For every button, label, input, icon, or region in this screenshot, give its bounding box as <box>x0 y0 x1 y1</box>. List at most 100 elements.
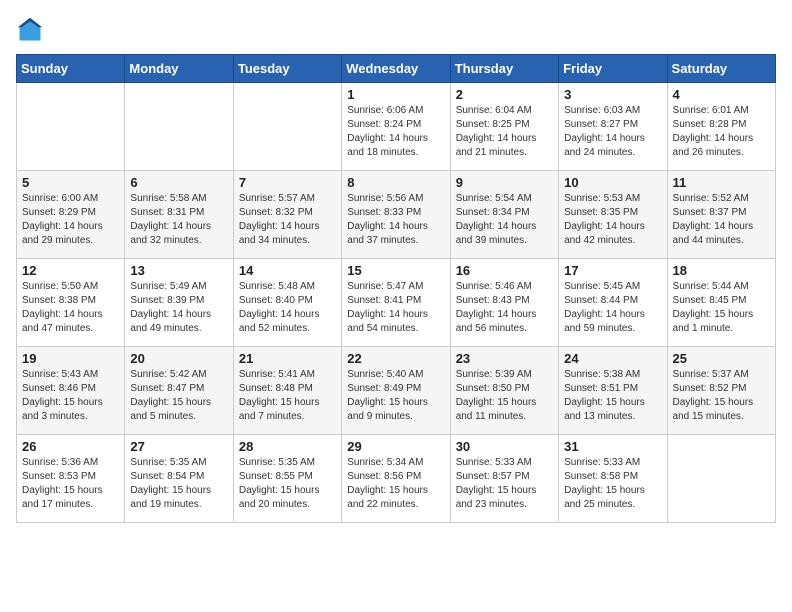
day-info-22: Sunrise: 5:40 AMSunset: 8:49 PMDaylight:… <box>347 368 444 424</box>
day-cell-12: 12 Sunrise: 5:50 AMSunset: 8:38 PMDayligh… <box>17 259 125 347</box>
weekday-wednesday: Wednesday <box>342 55 450 83</box>
day-cell-13: 13 Sunrise: 5:49 AMSunset: 8:39 PMDayligh… <box>125 259 233 347</box>
day-cell-17: 17Sunrise: 5:45 AMSunset: 8:44 PMDayligh… <box>559 259 667 347</box>
day-number-19: 19 <box>22 351 119 366</box>
day-info-9: Sunrise: 5:54 AMSunset: 8:34 PMDaylight:… <box>456 192 553 248</box>
day-cell-21: 21Sunrise: 5:41 AMSunset: 8:48 PMDayligh… <box>233 347 341 435</box>
day-info-6: Sunrise: 5:58 AMSunset: 8:31 PMDaylight:… <box>130 192 227 248</box>
day-cell-3: 3 Sunrise: 6:03 AMSunset: 8:27 PMDaylight… <box>559 83 667 171</box>
day-cell-20: 20 Sunrise: 5:42 AMSunset: 8:47 PMDayligh… <box>125 347 233 435</box>
day-number-27: 27 <box>130 439 227 454</box>
day-info-21: Sunrise: 5:41 AMSunset: 8:48 PMDaylight:… <box>239 368 336 424</box>
day-info-27: Sunrise: 5:35 AMSunset: 8:54 PMDaylight:… <box>130 456 227 512</box>
day-info-7: Sunrise: 5:57 AMSunset: 8:32 PMDaylight:… <box>239 192 336 248</box>
day-cell-8: 8Sunrise: 5:56 AMSunset: 8:33 PMDaylight… <box>342 171 450 259</box>
day-cell-15: 15Sunrise: 5:47 AMSunset: 8:41 PMDayligh… <box>342 259 450 347</box>
day-number-29: 29 <box>347 439 444 454</box>
day-info-11: Sunrise: 5:52 AMSunset: 8:37 PMDaylight:… <box>673 192 770 248</box>
day-cell-14: 14 Sunrise: 5:48 AMSunset: 8:40 PMDayligh… <box>233 259 341 347</box>
day-cell-7: 7 Sunrise: 5:57 AMSunset: 8:32 PMDaylight… <box>233 171 341 259</box>
day-number-14: 14 <box>239 263 336 278</box>
day-number-3: 3 <box>564 87 661 102</box>
day-info-18: Sunrise: 5:44 AMSunset: 8:45 PMDaylight:… <box>673 280 770 336</box>
week-row-1: 1 Sunrise: 6:06 AMSunset: 8:24 PMDaylight… <box>17 83 776 171</box>
day-cell-1: 1 Sunrise: 6:06 AMSunset: 8:24 PMDaylight… <box>342 83 450 171</box>
day-info-3: Sunrise: 6:03 AMSunset: 8:27 PMDaylight:… <box>564 104 661 160</box>
day-cell-26: 26Sunrise: 5:36 AMSunset: 8:53 PMDayligh… <box>17 435 125 523</box>
day-number-25: 25 <box>673 351 770 366</box>
day-info-31: Sunrise: 5:33 AMSunset: 8:58 PMDaylight:… <box>564 456 661 512</box>
day-number-9: 9 <box>456 175 553 190</box>
day-cell-6: 6 Sunrise: 5:58 AMSunset: 8:31 PMDaylight… <box>125 171 233 259</box>
day-cell-25: 25 Sunrise: 5:37 AMSunset: 8:52 PMDayligh… <box>667 347 775 435</box>
day-number-2: 2 <box>456 87 553 102</box>
day-info-13: Sunrise: 5:49 AMSunset: 8:39 PMDaylight:… <box>130 280 227 336</box>
day-cell-28: 28 Sunrise: 5:35 AMSunset: 8:55 PMDayligh… <box>233 435 341 523</box>
day-cell-30: 30 Sunrise: 5:33 AMSunset: 8:57 PMDayligh… <box>450 435 558 523</box>
day-number-6: 6 <box>130 175 227 190</box>
day-info-24: Sunrise: 5:38 AMSunset: 8:51 PMDaylight:… <box>564 368 661 424</box>
day-number-18: 18 <box>673 263 770 278</box>
week-row-5: 26Sunrise: 5:36 AMSunset: 8:53 PMDayligh… <box>17 435 776 523</box>
day-info-15: Sunrise: 5:47 AMSunset: 8:41 PMDaylight:… <box>347 280 444 336</box>
day-info-1: Sunrise: 6:06 AMSunset: 8:24 PMDaylight:… <box>347 104 444 160</box>
day-info-20: Sunrise: 5:42 AMSunset: 8:47 PMDaylight:… <box>130 368 227 424</box>
day-number-12: 12 <box>22 263 119 278</box>
day-cell-27: 27 Sunrise: 5:35 AMSunset: 8:54 PMDayligh… <box>125 435 233 523</box>
calendar-table: SundayMondayTuesdayWednesdayThursdayFrid… <box>16 54 776 523</box>
day-cell-23: 23Sunrise: 5:39 AMSunset: 8:50 PMDayligh… <box>450 347 558 435</box>
day-number-4: 4 <box>673 87 770 102</box>
day-info-12: Sunrise: 5:50 AMSunset: 8:38 PMDaylight:… <box>22 280 119 336</box>
day-cell-4: 4 Sunrise: 6:01 AMSunset: 8:28 PMDaylight… <box>667 83 775 171</box>
week-row-4: 19 Sunrise: 5:43 AMSunset: 8:46 PMDayligh… <box>17 347 776 435</box>
day-cell-5: 5Sunrise: 6:00 AMSunset: 8:29 PMDaylight… <box>17 171 125 259</box>
day-number-24: 24 <box>564 351 661 366</box>
day-info-14: Sunrise: 5:48 AMSunset: 8:40 PMDaylight:… <box>239 280 336 336</box>
day-number-22: 22 <box>347 351 444 366</box>
weekday-saturday: Saturday <box>667 55 775 83</box>
day-cell-18: 18 Sunrise: 5:44 AMSunset: 8:45 PMDayligh… <box>667 259 775 347</box>
day-info-19: Sunrise: 5:43 AMSunset: 8:46 PMDaylight:… <box>22 368 119 424</box>
day-number-13: 13 <box>130 263 227 278</box>
calendar-body: 1 Sunrise: 6:06 AMSunset: 8:24 PMDaylight… <box>17 83 776 523</box>
weekday-thursday: Thursday <box>450 55 558 83</box>
day-number-20: 20 <box>130 351 227 366</box>
logo <box>16 16 48 44</box>
day-info-25: Sunrise: 5:37 AMSunset: 8:52 PMDaylight:… <box>673 368 770 424</box>
page-header <box>16 16 776 44</box>
empty-cell-0-2 <box>233 83 341 171</box>
day-info-2: Sunrise: 6:04 AMSunset: 8:25 PMDaylight:… <box>456 104 553 160</box>
day-cell-19: 19 Sunrise: 5:43 AMSunset: 8:46 PMDayligh… <box>17 347 125 435</box>
week-row-3: 12 Sunrise: 5:50 AMSunset: 8:38 PMDayligh… <box>17 259 776 347</box>
weekday-header-row: SundayMondayTuesdayWednesdayThursdayFrid… <box>17 55 776 83</box>
day-cell-9: 9 Sunrise: 5:54 AMSunset: 8:34 PMDaylight… <box>450 171 558 259</box>
day-number-7: 7 <box>239 175 336 190</box>
weekday-friday: Friday <box>559 55 667 83</box>
day-number-10: 10 <box>564 175 661 190</box>
day-info-5: Sunrise: 6:00 AMSunset: 8:29 PMDaylight:… <box>22 192 119 248</box>
empty-cell-0-1 <box>125 83 233 171</box>
calendar-header: SundayMondayTuesdayWednesdayThursdayFrid… <box>17 55 776 83</box>
day-cell-11: 11Sunrise: 5:52 AMSunset: 8:37 PMDayligh… <box>667 171 775 259</box>
day-cell-24: 24 Sunrise: 5:38 AMSunset: 8:51 PMDayligh… <box>559 347 667 435</box>
day-cell-16: 16Sunrise: 5:46 AMSunset: 8:43 PMDayligh… <box>450 259 558 347</box>
week-row-2: 5Sunrise: 6:00 AMSunset: 8:29 PMDaylight… <box>17 171 776 259</box>
day-number-1: 1 <box>347 87 444 102</box>
day-number-16: 16 <box>456 263 553 278</box>
day-info-28: Sunrise: 5:35 AMSunset: 8:55 PMDaylight:… <box>239 456 336 512</box>
day-info-4: Sunrise: 6:01 AMSunset: 8:28 PMDaylight:… <box>673 104 770 160</box>
weekday-tuesday: Tuesday <box>233 55 341 83</box>
day-info-23: Sunrise: 5:39 AMSunset: 8:50 PMDaylight:… <box>456 368 553 424</box>
logo-icon <box>16 16 44 44</box>
day-cell-22: 22 Sunrise: 5:40 AMSunset: 8:49 PMDayligh… <box>342 347 450 435</box>
empty-cell-4-6 <box>667 435 775 523</box>
day-info-30: Sunrise: 5:33 AMSunset: 8:57 PMDaylight:… <box>456 456 553 512</box>
day-number-30: 30 <box>456 439 553 454</box>
day-number-8: 8 <box>347 175 444 190</box>
day-number-28: 28 <box>239 439 336 454</box>
day-info-26: Sunrise: 5:36 AMSunset: 8:53 PMDaylight:… <box>22 456 119 512</box>
day-cell-10: 10Sunrise: 5:53 AMSunset: 8:35 PMDayligh… <box>559 171 667 259</box>
day-cell-2: 2 Sunrise: 6:04 AMSunset: 8:25 PMDaylight… <box>450 83 558 171</box>
day-cell-29: 29Sunrise: 5:34 AMSunset: 8:56 PMDayligh… <box>342 435 450 523</box>
day-cell-31: 31Sunrise: 5:33 AMSunset: 8:58 PMDayligh… <box>559 435 667 523</box>
